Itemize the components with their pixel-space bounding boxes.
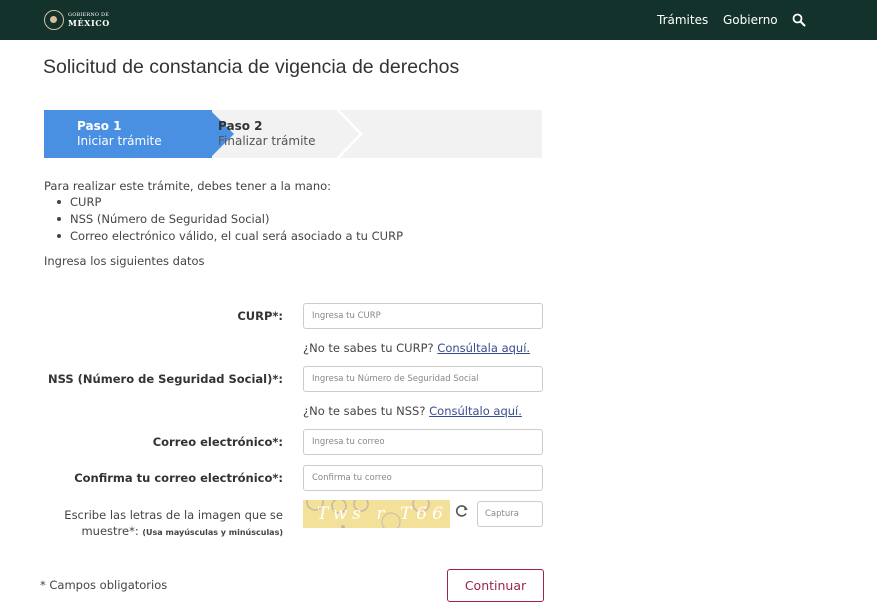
nav-tramites[interactable]: Trámites	[657, 0, 708, 40]
list-item: Correo electrónico válido, el cual será …	[56, 229, 404, 243]
captcha-input[interactable]	[477, 501, 543, 527]
email-confirm-label: Confirma tu correo electrónico*:	[74, 471, 283, 485]
logo-line-2: MÉXICO	[68, 18, 110, 28]
step-2-subtitle: Finalizar trámite	[218, 134, 316, 148]
refresh-icon[interactable]	[455, 504, 469, 518]
email-input[interactable]	[303, 429, 543, 455]
requirements-list: CURP NSS (Número de Seguridad Social) Co…	[56, 194, 404, 245]
progress-stepper: Paso 1 Iniciar trámite Paso 2 Finalizar …	[44, 108, 542, 160]
captcha-text: Tws r T66	[317, 504, 448, 524]
form-instruction: Ingresa los siguientes datos	[44, 254, 205, 268]
email-label: Correo electrónico*:	[152, 435, 283, 449]
curp-label: CURP*:	[237, 309, 283, 323]
list-item: NSS (Número de Seguridad Social)	[56, 211, 403, 228]
gobierno-mexico-logo[interactable]: GOBIERNO DE MÉXICO	[44, 9, 110, 31]
nss-input[interactable]	[303, 366, 543, 392]
captcha-label-note: (Usa mayúsculas y minúsculas)	[142, 528, 283, 537]
step-1-title: Paso 1	[77, 119, 122, 133]
nss-label: NSS (Número de Seguridad Social)*:	[48, 372, 283, 386]
captcha-label: Escribe las letras de la imagen que se m…	[43, 507, 283, 541]
curp-help: ¿No te sabes tu CURP? Consúltala aquí.	[303, 341, 530, 355]
curp-lookup-link[interactable]: Consúltala aquí.	[437, 341, 530, 355]
step-2-arrow	[336, 108, 363, 160]
nav-gobierno[interactable]: Gobierno	[723, 0, 778, 40]
list-item: CURP	[56, 194, 403, 211]
curp-input[interactable]	[303, 303, 543, 329]
logo-text: GOBIERNO DE MÉXICO	[68, 13, 110, 28]
seal-icon	[44, 10, 64, 30]
email-confirm-input[interactable]	[303, 465, 543, 491]
page-title: Solicitud de constancia de vigencia de d…	[43, 56, 460, 78]
nss-lookup-link[interactable]: Consúltalo aquí.	[429, 404, 522, 418]
search-icon[interactable]	[792, 13, 806, 27]
top-navbar: GOBIERNO DE MÉXICO Trámites Gobierno	[0, 0, 877, 40]
step-2-title: Paso 2	[218, 119, 263, 133]
continue-button[interactable]: Continuar	[447, 569, 544, 602]
nss-help-text: ¿No te sabes tu NSS?	[303, 404, 426, 418]
nss-help: ¿No te sabes tu NSS? Consúltalo aquí.	[303, 404, 522, 418]
intro-text: Para realizar este trámite, debes tener …	[44, 179, 332, 193]
required-fields-note: * Campos obligatorios	[40, 578, 168, 592]
curp-help-text: ¿No te sabes tu CURP?	[303, 341, 434, 355]
step-1-subtitle: Iniciar trámite	[77, 134, 162, 148]
captcha-image: Tws r T66	[303, 500, 450, 528]
